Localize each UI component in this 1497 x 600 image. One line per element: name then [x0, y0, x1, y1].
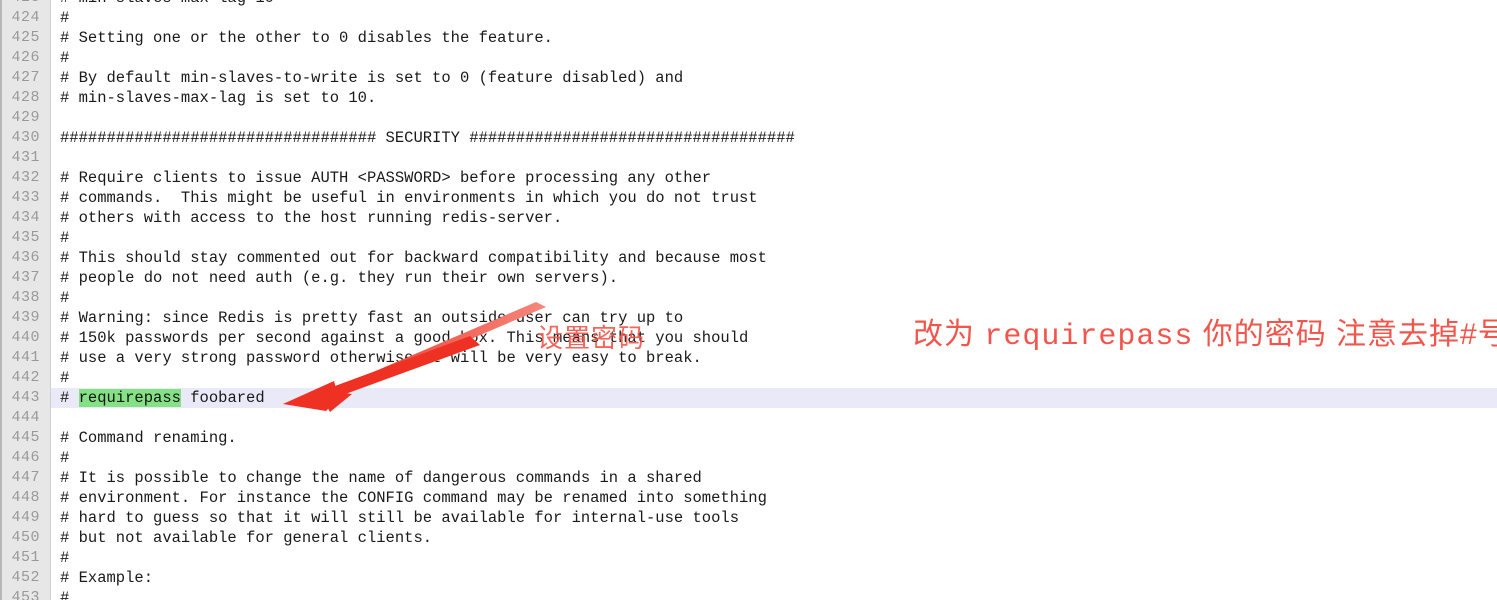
code-editor-pane: 423 # min-slaves-max-lag 10 424 #425 # Setti…	[0, 0, 1497, 600]
line-number: 443	[11, 389, 40, 406]
code-line[interactable]: 443 # requirepass foobared	[0, 388, 1497, 408]
line-text: #	[60, 229, 70, 247]
gutter-right-border	[50, 0, 51, 600]
line-text: # It is possible to change the name of d…	[60, 469, 702, 487]
line-number: 430	[11, 129, 40, 146]
line-number: 429	[11, 109, 40, 126]
line-number: 425	[11, 29, 40, 46]
line-text: # min-slaves-max-lag 10	[60, 0, 274, 8]
line-text: #	[60, 9, 70, 27]
line-text: #	[60, 369, 70, 387]
line-number: 426	[11, 49, 40, 66]
right-note-prefix: 改为	[913, 318, 985, 351]
line-number: 437	[11, 269, 40, 286]
line-text: # Require clients to issue AUTH <PASSWOR…	[60, 169, 712, 187]
code-line[interactable]: 448 # environment. For instance the CONFI…	[0, 488, 1497, 508]
line-number: 446	[11, 449, 40, 466]
code-line[interactable]: 445 # Command renaming.	[0, 428, 1497, 448]
code-line[interactable]: 433 # commands. This might be useful in e…	[0, 188, 1497, 208]
code-line[interactable]: 435 #	[0, 228, 1497, 248]
line-text: #	[60, 289, 70, 307]
line-number: 433	[11, 189, 40, 206]
line-text: #	[60, 589, 70, 600]
line-text: # but not available for general clients.	[60, 529, 433, 547]
line-text: # By default min-slaves-to-write is set …	[60, 69, 684, 87]
code-line[interactable]: 449 # hard to guess so that it will still…	[0, 508, 1497, 528]
code-line[interactable]: 437 # people do not need auth (e.g. they …	[0, 268, 1497, 288]
code-line[interactable]: 423 # min-slaves-max-lag 10	[0, 0, 1497, 8]
code-line[interactable]: 438 #	[0, 288, 1497, 308]
line-text: # people do not need auth (e.g. they run…	[60, 269, 619, 287]
line-text: # This should stay commented out for bac…	[60, 249, 767, 267]
code-line[interactable]: 447 # It is possible to change the name o…	[0, 468, 1497, 488]
code-line[interactable]: 434 # others with access to the host runn…	[0, 208, 1497, 228]
code-line[interactable]: 431	[0, 148, 1497, 168]
line-text: # environment. For instance the CONFIG c…	[60, 489, 767, 507]
gutter-left-border	[0, 0, 2, 600]
line-number: 438	[11, 289, 40, 306]
line-number: 447	[11, 469, 40, 486]
search-match-highlight: requirepass	[78, 389, 181, 407]
line-number: 448	[11, 489, 40, 506]
line-number: 431	[11, 149, 40, 166]
right-annotation-note: 改为 requirepass 你的密码 注意去掉#号	[913, 316, 1497, 356]
line-text: # requirepass foobared	[60, 388, 265, 408]
code-line[interactable]: 430 ################################## SE…	[0, 128, 1497, 148]
line-text: # Setting one or the other to 0 disables…	[60, 29, 553, 47]
code-line[interactable]: 432 # Require clients to issue AUTH <PASS…	[0, 168, 1497, 188]
code-line[interactable]: 426 #	[0, 48, 1497, 68]
line-number: 444	[11, 409, 40, 426]
code-line[interactable]: 444	[0, 408, 1497, 428]
code-line[interactable]: 442 #	[0, 368, 1497, 388]
line-number: 449	[11, 509, 40, 526]
right-note-suffix: 你的密码 注意去掉#号	[1193, 318, 1497, 351]
line-number: 439	[11, 309, 40, 326]
code-line[interactable]: 429	[0, 108, 1497, 128]
code-line[interactable]: 451 #	[0, 548, 1497, 568]
line-text: # Example:	[60, 569, 154, 587]
line-text: # commands. This might be useful in envi…	[60, 189, 758, 207]
code-line[interactable]: 436 # This should stay commented out for …	[0, 248, 1497, 268]
line-text-segment: #	[60, 389, 79, 407]
line-text: #	[60, 49, 70, 67]
line-number: 440	[11, 329, 40, 346]
line-text: # min-slaves-max-lag is set to 10.	[60, 89, 377, 107]
inline-annotation-note: 设置密码	[537, 323, 646, 353]
line-text: ################################## SECUR…	[60, 129, 795, 147]
line-text: # others with access to the host running…	[60, 209, 563, 227]
line-text: #	[60, 549, 70, 567]
line-number: 435	[11, 229, 40, 246]
line-text: #	[60, 449, 70, 467]
code-line[interactable]: 427 # By default min-slaves-to-write is s…	[0, 68, 1497, 88]
line-number: 436	[11, 249, 40, 266]
line-number: 453	[11, 589, 40, 600]
code-line[interactable]: 424 #	[0, 8, 1497, 28]
line-number: 445	[11, 429, 40, 446]
line-text: # hard to guess so that it will still be…	[60, 509, 740, 527]
code-line[interactable]: 425 # Setting one or the other to 0 disab…	[0, 28, 1497, 48]
line-text: # Command renaming.	[60, 429, 237, 447]
line-number: 452	[11, 569, 40, 586]
line-number: 423	[0, 0, 40, 8]
line-number: 427	[11, 69, 40, 86]
code-line[interactable]: 446 #	[0, 448, 1497, 468]
line-number: 434	[11, 209, 40, 226]
code-line[interactable]: 453 #	[0, 588, 1497, 600]
code-line[interactable]: 450 # but not available for general clien…	[0, 528, 1497, 548]
line-number: 424	[11, 9, 40, 26]
code-line[interactable]: 452 # Example:	[0, 568, 1497, 588]
code-line[interactable]: 428 # min-slaves-max-lag is set to 10.	[0, 88, 1497, 108]
line-number: 451	[11, 549, 40, 566]
right-note-command: requirepass	[984, 320, 1194, 354]
line-text: # 150k passwords per second against a go…	[60, 329, 749, 347]
line-number: 450	[11, 529, 40, 546]
line-number: 428	[11, 89, 40, 106]
code-content-area[interactable]: 423 # min-slaves-max-lag 10 424 #425 # Setti…	[0, 0, 1497, 600]
line-number: 441	[11, 349, 40, 366]
line-number: 442	[11, 369, 40, 386]
line-number: 432	[11, 169, 40, 186]
line-text-segment: foobared	[180, 389, 265, 407]
